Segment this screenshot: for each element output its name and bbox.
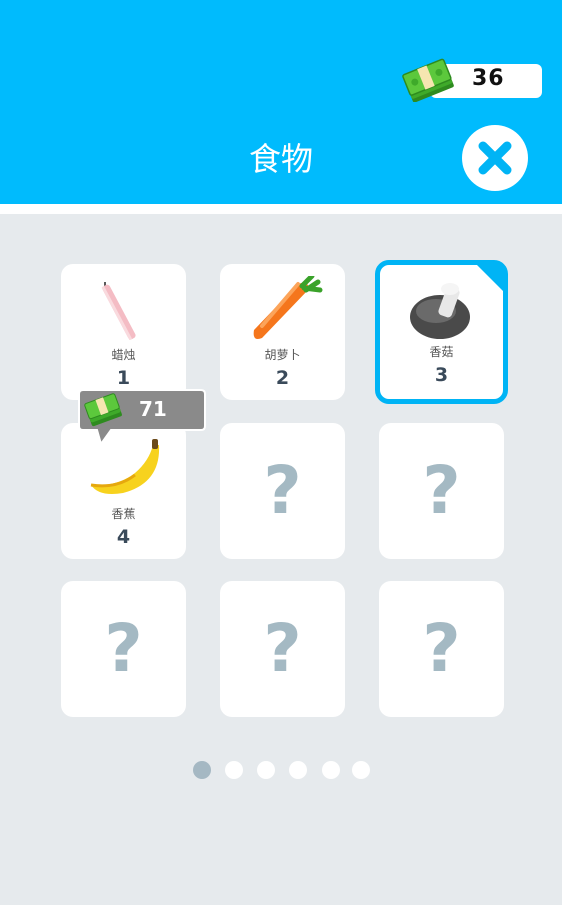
- item-number: 1: [116, 367, 131, 389]
- close-x-icon: [478, 141, 512, 175]
- close-button[interactable]: [462, 125, 528, 191]
- candle-icon: [101, 282, 136, 340]
- food-item-candle[interactable]: 蜡烛 1: [61, 264, 186, 400]
- page-dot-5[interactable]: [322, 761, 340, 779]
- carrot-icon: [253, 276, 323, 339]
- currency-amount: 36: [472, 66, 505, 91]
- item-name: 香菇: [429, 345, 454, 359]
- locked-item[interactable]: ?: [379, 423, 504, 559]
- page-dot-4[interactable]: [289, 761, 307, 779]
- locked-item[interactable]: ?: [220, 581, 345, 717]
- page-dot-3[interactable]: [257, 761, 275, 779]
- page-dot-6[interactable]: [352, 761, 370, 779]
- item-name: 香蕉: [111, 507, 136, 521]
- locked-question-mark: ?: [422, 452, 461, 529]
- cash-stack-icon: [402, 58, 454, 102]
- food-item-mushroom[interactable]: 香菇 3: [375, 260, 508, 404]
- item-name: 蜡烛: [111, 348, 136, 362]
- locked-item[interactable]: ?: [220, 423, 345, 559]
- food-item-carrot[interactable]: 胡萝卜 2: [220, 264, 345, 400]
- locked-question-mark: ?: [263, 610, 302, 687]
- page-dot-2[interactable]: [225, 761, 243, 779]
- header-divider: [0, 204, 562, 214]
- locked-question-mark: ?: [263, 452, 302, 529]
- item-name: 胡萝卜: [264, 348, 301, 362]
- item-number: 2: [275, 367, 290, 389]
- mushroom-icon: [410, 283, 470, 339]
- price-tag: 71: [77, 388, 207, 448]
- price-amount: 71: [139, 397, 167, 421]
- locked-item[interactable]: ?: [61, 581, 186, 717]
- item-number: 4: [116, 526, 131, 548]
- locked-question-mark: ?: [422, 610, 461, 687]
- locked-item[interactable]: ?: [379, 581, 504, 717]
- item-number: 3: [434, 364, 449, 386]
- locked-question-mark: ?: [104, 610, 143, 687]
- currency-display: 36: [402, 58, 542, 102]
- page-dot-1[interactable]: [193, 761, 211, 779]
